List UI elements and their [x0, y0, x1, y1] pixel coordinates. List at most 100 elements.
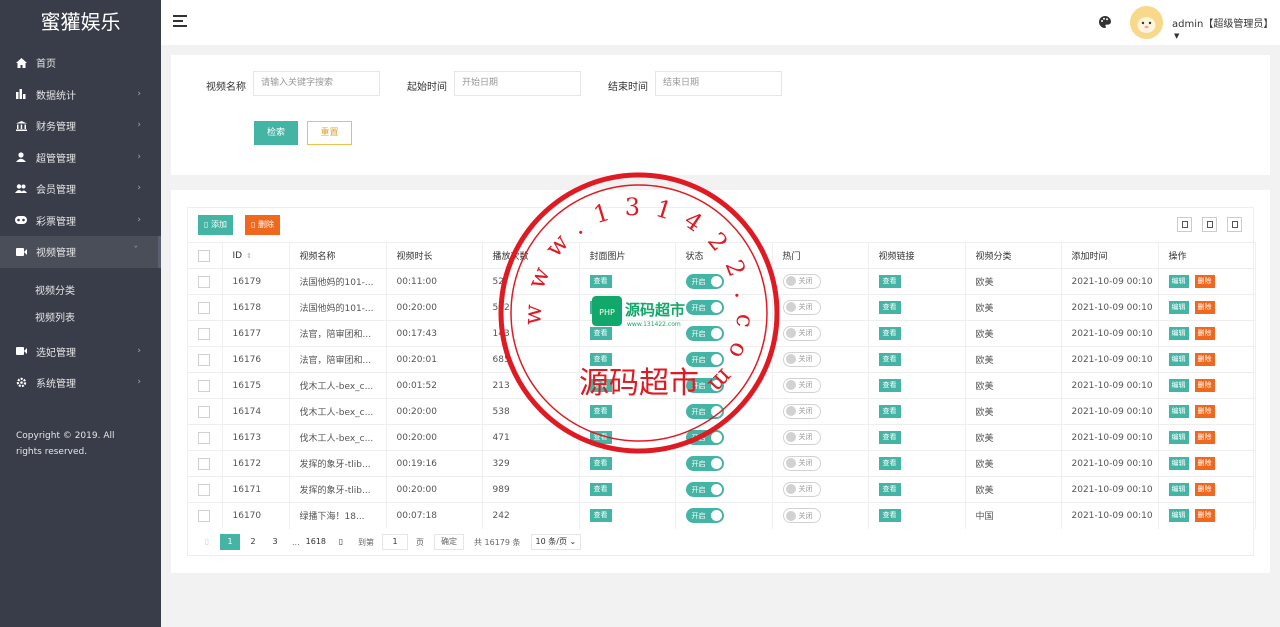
edit-button[interactable]: 编辑 [1168, 275, 1189, 288]
sidebar-item-stats[interactable]: 数据统计 › [0, 79, 161, 111]
view-link-button[interactable]: 查看 [878, 483, 901, 496]
status-toggle[interactable]: 开启 [685, 430, 724, 445]
delete-button[interactable]: 删除 [1194, 483, 1215, 496]
view-cover-button[interactable]: 查看 [589, 301, 612, 314]
edit-button[interactable]: 编辑 [1168, 327, 1189, 340]
view-link-button[interactable]: 查看 [878, 301, 901, 314]
row-checkbox[interactable] [198, 509, 210, 522]
edit-button[interactable]: 编辑 [1168, 457, 1189, 470]
hot-toggle[interactable]: 关闭 [782, 455, 821, 471]
sidebar-item-concubines[interactable]: 选妃管理 › [0, 336, 161, 368]
sidebar-item-members[interactable]: 会员管理 › [0, 173, 161, 205]
view-cover-button[interactable]: 查看 [589, 431, 612, 444]
row-checkbox[interactable] [198, 379, 210, 392]
view-link-button[interactable]: 查看 [878, 275, 901, 288]
batch-delete-button[interactable]: ▯ 删除 [245, 215, 280, 235]
page-size-select[interactable]: 10 条/页 ⌄ [530, 534, 582, 550]
hot-toggle[interactable]: 关闭 [782, 325, 821, 341]
edit-button[interactable]: 编辑 [1168, 379, 1189, 392]
row-checkbox[interactable] [198, 457, 210, 470]
sidebar-item-finance[interactable]: 财务管理 › [0, 110, 161, 142]
hot-toggle[interactable]: 关闭 [782, 508, 821, 523]
edit-button[interactable]: 编辑 [1168, 509, 1189, 523]
status-toggle[interactable]: 开启 [685, 300, 724, 315]
status-toggle[interactable]: 开启 [685, 482, 724, 497]
row-checkbox[interactable] [198, 275, 210, 288]
status-toggle[interactable]: 开启 [685, 404, 724, 419]
print-icon[interactable] [1227, 217, 1242, 232]
row-checkbox[interactable] [198, 327, 210, 340]
view-cover-button[interactable]: 查看 [589, 353, 612, 366]
sidebar-item-videos[interactable]: 视频管理 ˇ [0, 236, 161, 268]
sidebar-item-lottery[interactable]: 彩票管理 › [0, 205, 161, 237]
delete-button[interactable]: 删除 [1194, 275, 1215, 288]
video-name-input[interactable]: 请输入关键字搜索 [253, 71, 380, 96]
row-checkbox[interactable] [198, 431, 210, 444]
select-all-checkbox[interactable] [198, 249, 210, 262]
view-link-button[interactable]: 查看 [878, 405, 901, 418]
palette-icon[interactable] [1099, 15, 1111, 28]
delete-button[interactable]: 删除 [1194, 509, 1215, 523]
menu-toggle-icon[interactable] [173, 15, 187, 27]
view-cover-button[interactable]: 查看 [589, 483, 612, 496]
view-cover-button[interactable]: 查看 [589, 327, 612, 340]
delete-button[interactable]: 删除 [1194, 431, 1215, 444]
export-icon[interactable] [1202, 217, 1217, 232]
view-link-button[interactable]: 查看 [878, 509, 901, 523]
status-toggle[interactable]: 开启 [685, 352, 724, 367]
edit-button[interactable]: 编辑 [1168, 301, 1189, 314]
goto-confirm-button[interactable]: 确定 [434, 534, 464, 550]
view-cover-button[interactable]: 查看 [589, 379, 612, 392]
status-toggle[interactable]: 开启 [685, 274, 724, 289]
delete-button[interactable]: 删除 [1194, 379, 1215, 392]
delete-button[interactable]: 删除 [1194, 327, 1215, 340]
edit-button[interactable]: 编辑 [1168, 483, 1189, 496]
status-toggle[interactable]: 开启 [685, 378, 724, 393]
sidebar-item-system[interactable]: 系统管理 › [0, 367, 161, 399]
view-cover-button[interactable]: 查看 [589, 509, 612, 523]
page-2[interactable]: 2 [244, 534, 262, 550]
avatar[interactable] [1130, 6, 1163, 39]
start-date-input[interactable]: 开始日期 [454, 71, 581, 96]
view-cover-button[interactable]: 查看 [589, 405, 612, 418]
view-link-button[interactable]: 查看 [878, 327, 901, 340]
hot-toggle[interactable]: 关闭 [782, 377, 821, 393]
row-checkbox[interactable] [198, 405, 210, 418]
status-toggle[interactable]: 开启 [685, 456, 724, 471]
view-link-button[interactable]: 查看 [878, 457, 901, 470]
status-toggle[interactable]: 开启 [685, 508, 724, 524]
sidebar-subitem-video-category[interactable]: 视频分类 [0, 276, 161, 303]
view-link-button[interactable]: 查看 [878, 431, 901, 444]
delete-button[interactable]: 删除 [1194, 405, 1215, 418]
edit-button[interactable]: 编辑 [1168, 353, 1189, 366]
delete-button[interactable]: 删除 [1194, 353, 1215, 366]
edit-button[interactable]: 编辑 [1168, 431, 1189, 444]
page-1[interactable]: 1 [220, 534, 240, 550]
search-button[interactable]: 检索 [254, 121, 298, 145]
page-3[interactable]: 3 [266, 534, 284, 550]
hot-toggle[interactable]: 关闭 [782, 403, 821, 419]
hot-toggle[interactable]: 关闭 [782, 351, 821, 367]
hot-toggle[interactable]: 关闭 [782, 481, 821, 497]
hot-toggle[interactable]: 关闭 [782, 273, 821, 289]
columns-icon[interactable] [1177, 217, 1192, 232]
add-button[interactable]: ▯ 添加 [198, 215, 233, 235]
view-link-button[interactable]: 查看 [878, 353, 901, 366]
view-cover-button[interactable]: 查看 [589, 275, 612, 288]
sidebar-subitem-video-list[interactable]: 视频列表 [0, 303, 161, 330]
row-checkbox[interactable] [198, 353, 210, 366]
sidebar-item-admins[interactable]: 超管管理 › [0, 142, 161, 174]
column-header-id[interactable]: ID ⇕ [222, 242, 290, 269]
page-last[interactable]: 1618 [304, 534, 328, 550]
next-page-icon[interactable]: ▯ [332, 534, 350, 550]
prev-page-icon[interactable]: ▯ [198, 534, 216, 550]
edit-button[interactable]: 编辑 [1168, 405, 1189, 418]
sort-icon[interactable]: ⇕ [246, 252, 252, 260]
row-checkbox[interactable] [198, 483, 210, 496]
sidebar-item-home[interactable]: 首页 [0, 47, 161, 79]
reset-button[interactable]: 重置 [307, 121, 352, 145]
delete-button[interactable]: 删除 [1194, 301, 1215, 314]
row-checkbox[interactable] [198, 301, 210, 314]
view-cover-button[interactable]: 查看 [589, 457, 612, 470]
view-link-button[interactable]: 查看 [878, 379, 901, 392]
